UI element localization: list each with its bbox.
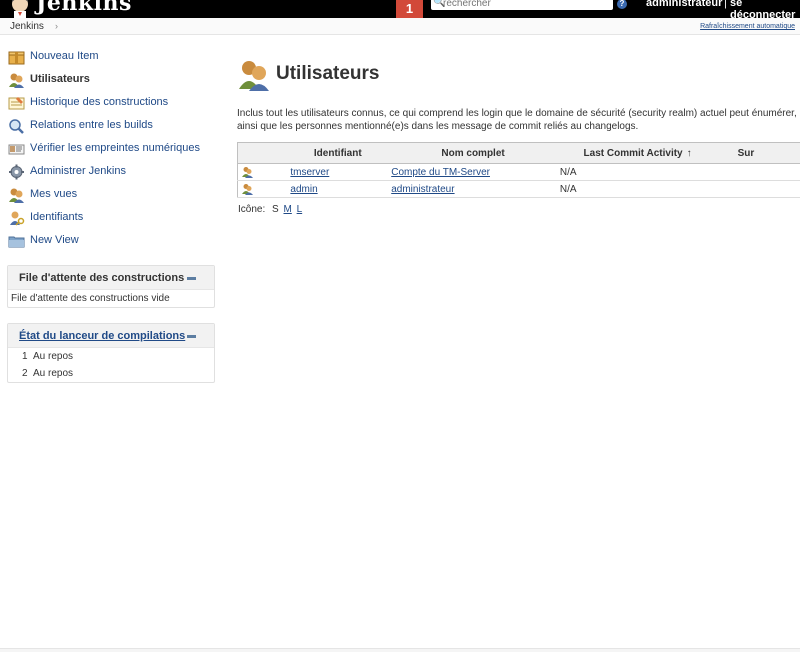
on-cell xyxy=(697,180,800,198)
search-input[interactable] xyxy=(443,0,609,9)
build-queue-empty-text: File d'attente des constructions vide xyxy=(11,293,170,304)
executor-row: 1 Au repos xyxy=(8,348,214,365)
page-title: Utilisateurs xyxy=(276,63,380,84)
gear-icon xyxy=(9,164,24,180)
header-separator: | xyxy=(724,0,727,9)
build-queue-pane: File d'attente des constructions File d'… xyxy=(7,265,215,308)
build-queue-title: File d'attente des constructions xyxy=(19,272,185,284)
task-label: Mes vues xyxy=(30,188,78,200)
auto-refresh-link[interactable]: Rafraîchissement automatique xyxy=(700,23,795,30)
new-package-icon xyxy=(8,51,25,65)
column-header-label: Last Commit Activity xyxy=(583,147,683,159)
user-name-cell: Compte du TM-Server xyxy=(388,163,558,181)
icon-size-medium-link[interactable]: M xyxy=(283,204,291,215)
task-label: Utilisateurs xyxy=(30,73,90,85)
column-header-label: Sur xyxy=(737,147,755,159)
task-users[interactable]: Utilisateurs xyxy=(8,69,218,92)
last-commit-cell: N/A xyxy=(557,180,698,198)
icon-size-current: S xyxy=(272,204,279,215)
help-icon[interactable]: ? xyxy=(617,0,627,9)
user-name-cell: administrateur xyxy=(388,180,558,198)
footer xyxy=(0,648,800,652)
executors-pane: État du lanceur de compilations 1 Au rep… xyxy=(7,323,215,383)
task-new-item[interactable]: Nouveau Item xyxy=(8,46,218,69)
icon-size-label: Icône: xyxy=(238,204,266,215)
icon-size-selector: Icône: S M L xyxy=(238,204,302,215)
user-name-link[interactable]: administrateur xyxy=(391,184,454,195)
collapse-icon[interactable] xyxy=(187,277,196,280)
user-id-link[interactable]: admin xyxy=(290,184,317,195)
task-label: Historique des constructions xyxy=(30,96,169,108)
task-label: Vérifier les empreintes numériques xyxy=(30,142,200,154)
task-build-relations[interactable]: Relations entre les builds xyxy=(8,115,218,138)
build-queue-header: File d'attente des constructions xyxy=(8,266,214,290)
task-label: Relations entre les builds xyxy=(30,119,153,131)
executors-title-link[interactable]: État du lanceur de compilations xyxy=(19,330,185,342)
executor-row: 2 Au repos xyxy=(8,365,214,382)
users-table: Identifiant Nom complet Last Commit Acti… xyxy=(237,142,800,198)
column-header-label: Nom complet xyxy=(441,147,505,159)
user-id-cell: admin xyxy=(287,180,389,198)
column-header-id[interactable]: Identifiant xyxy=(287,142,389,164)
column-header-last-commit[interactable]: Last Commit Activity ↑ xyxy=(557,142,698,164)
top-header: Jenkins 1 🔍 ? administrateur | se déconn… xyxy=(0,0,800,18)
column-header-icon xyxy=(237,142,288,164)
task-label: Administrer Jenkins xyxy=(30,165,126,177)
task-label: Nouveau Item xyxy=(30,50,99,62)
table-row: tmserver Compte du TM-Server N/A xyxy=(237,163,800,181)
notepad-icon xyxy=(8,97,25,110)
user-icon-cell xyxy=(237,180,288,198)
search-box: 🔍 xyxy=(431,0,613,10)
search-magnifier-icon xyxy=(9,119,24,134)
executors-header: État du lanceur de compilations xyxy=(8,324,214,348)
user-id-cell: tmserver xyxy=(287,163,389,181)
notification-badge[interactable]: 1 xyxy=(396,0,423,18)
executor-status: Au repos xyxy=(33,368,74,379)
task-new-view[interactable]: New View xyxy=(8,230,218,253)
user-name-link[interactable]: Compte du TM-Server xyxy=(391,167,490,178)
table-header-row: Identifiant Nom complet Last Commit Acti… xyxy=(237,142,800,164)
jenkins-butler-logo[interactable] xyxy=(8,0,32,18)
column-header-on[interactable]: Sur xyxy=(697,142,800,164)
fingerprint-card-icon xyxy=(8,144,25,155)
user-group-icon xyxy=(9,188,24,203)
executor-number: 1 xyxy=(22,351,28,362)
sidebar-tasks: Nouveau Item Utilisateurs Historique des… xyxy=(8,46,218,253)
jenkins-brand[interactable]: Jenkins xyxy=(36,0,132,16)
user-icon[interactable] xyxy=(241,166,253,178)
sort-arrow-icon: ↑ xyxy=(686,147,692,159)
column-header-fullname[interactable]: Nom complet xyxy=(388,142,558,164)
breadcrumb-arrow-icon[interactable]: › xyxy=(55,21,58,31)
task-fingerprints[interactable]: Vérifier les empreintes numériques xyxy=(8,138,218,161)
task-label: New View xyxy=(30,234,79,246)
icon-size-large-link[interactable]: L xyxy=(297,204,303,215)
table-row: admin administrateur N/A xyxy=(237,180,800,198)
user-icon[interactable] xyxy=(241,183,253,195)
task-label: Identifiants xyxy=(30,211,84,223)
task-manage-jenkins[interactable]: Administrer Jenkins xyxy=(8,161,218,184)
executor-status: Au repos xyxy=(33,351,74,362)
page-description: Inclus tout les utilisateurs connus, ce … xyxy=(237,108,797,132)
executor-number: 2 xyxy=(22,368,28,379)
user-icon-cell xyxy=(237,163,288,181)
collapse-icon[interactable] xyxy=(187,335,196,338)
task-build-history[interactable]: Historique des constructions xyxy=(8,92,218,115)
users-icon xyxy=(9,73,24,88)
on-cell xyxy=(697,163,800,181)
last-commit-cell: N/A xyxy=(557,163,698,181)
task-my-views[interactable]: Mes vues xyxy=(8,184,218,207)
current-user-link[interactable]: administrateur xyxy=(646,0,722,9)
folder-icon xyxy=(8,236,25,248)
logout-link[interactable]: se déconnecter xyxy=(730,0,800,18)
task-credentials[interactable]: Identifiants xyxy=(8,207,218,230)
credentials-icon xyxy=(10,211,25,226)
users-large-icon xyxy=(239,61,269,91)
column-header-label: Identifiant xyxy=(313,147,362,159)
build-queue-empty-row: File d'attente des constructions vide xyxy=(8,290,214,307)
breadcrumb-item-jenkins[interactable]: Jenkins xyxy=(10,21,44,32)
breadcrumb: Jenkins › Rafraîchissement automatique xyxy=(0,18,800,35)
user-id-link[interactable]: tmserver xyxy=(290,167,329,178)
